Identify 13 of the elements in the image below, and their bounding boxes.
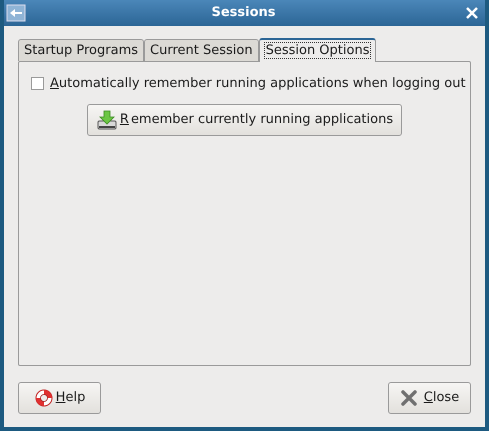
lifebuoy-icon xyxy=(34,388,54,408)
remember-applications-button[interactable]: R emember currently running applications xyxy=(86,104,402,136)
close-icon xyxy=(400,389,418,407)
checkbox[interactable] xyxy=(31,77,44,90)
window-title: Sessions xyxy=(211,4,276,22)
download-drive-icon xyxy=(96,108,118,130)
window-menu-icon[interactable] xyxy=(6,4,26,22)
tab[interactable]: Session Options xyxy=(258,38,376,62)
tab[interactable]: Startup Programs xyxy=(18,39,144,61)
tab[interactable]: Current Session xyxy=(144,39,259,61)
checkbox-label: Automatically remember running applications when logging out xyxy=(50,75,466,93)
help-button[interactable]: Help xyxy=(18,382,101,414)
close-button[interactable]: Close xyxy=(388,382,471,414)
